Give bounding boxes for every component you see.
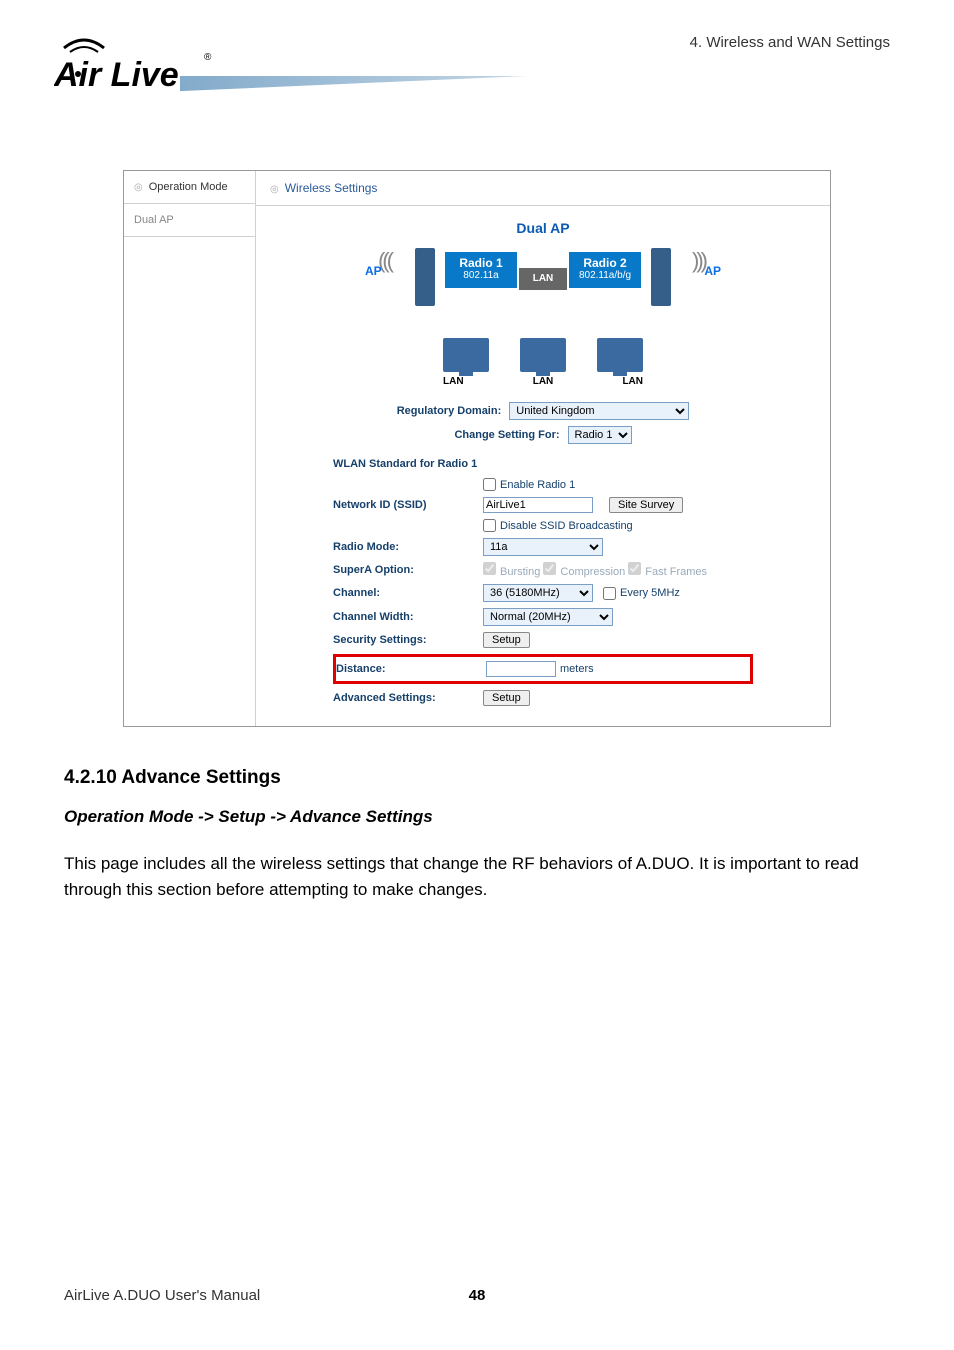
pc-icon xyxy=(520,338,566,372)
lan-box: LAN xyxy=(519,268,567,290)
network-id-label: Network ID (SSID) xyxy=(333,499,483,511)
topology-diagram: ))) ))) AP AP Radio 1802.11a Radio 2802.… xyxy=(363,242,723,392)
radio-mode-select[interactable]: 11a xyxy=(483,538,603,556)
sidebar: Operation Mode Dual AP xyxy=(124,171,256,726)
signal-icon: ))) xyxy=(381,248,394,274)
disable-ssid-checkbox[interactable] xyxy=(483,519,496,532)
operation-mode-path: Operation Mode -> Setup -> Advance Setti… xyxy=(64,807,890,827)
reg-domain-label: Regulatory Domain: xyxy=(397,405,502,417)
section-body: This page includes all the wireless sett… xyxy=(64,851,890,904)
reg-domain-select[interactable]: United Kingdom xyxy=(509,402,689,420)
tower-icon xyxy=(415,248,435,306)
svg-text:®: ® xyxy=(204,52,212,63)
disable-ssid-label: Disable SSID Broadcasting xyxy=(500,520,633,532)
supera-options: Bursting Compression Fast Frames xyxy=(483,562,707,578)
enable-radio-label: Enable Radio 1 xyxy=(500,479,575,491)
ap-left-label: AP xyxy=(365,264,382,278)
radio-mode-label: Radio Mode: xyxy=(333,541,483,553)
ap-right-label: AP xyxy=(704,264,721,278)
channel-width-select[interactable]: Normal (20MHz) xyxy=(483,608,613,626)
signal-icon: ))) xyxy=(692,248,705,274)
wireless-settings-screenshot: Operation Mode Dual AP Wireless Settings… xyxy=(123,170,831,727)
breadcrumb: 4. Wireless and WAN Settings xyxy=(690,34,890,51)
change-setting-label: Change Setting For: xyxy=(454,429,559,441)
lan-label: LAN xyxy=(533,376,554,387)
security-settings-label: Security Settings: xyxy=(333,634,483,646)
network-id-input[interactable] xyxy=(483,497,593,513)
advanced-settings-label: Advanced Settings: xyxy=(333,692,483,704)
change-setting-select[interactable]: Radio 1 xyxy=(568,426,632,444)
radio2-box: Radio 2802.11a/b/g xyxy=(569,252,641,288)
dual-ap-heading: Dual AP xyxy=(256,220,830,236)
enable-radio-checkbox[interactable] xyxy=(483,478,496,491)
compression-checkbox xyxy=(543,562,556,575)
lan-label: LAN xyxy=(622,376,643,387)
distance-label: Distance: xyxy=(336,663,486,675)
pc-icon xyxy=(443,338,489,372)
wlan-standard-header: WLAN Standard for Radio 1 xyxy=(333,458,753,470)
site-survey-button[interactable]: Site Survey xyxy=(609,497,683,513)
channel-label: Channel: xyxy=(333,587,483,599)
bursting-checkbox xyxy=(483,562,496,575)
every5-label: Every 5MHz xyxy=(620,587,680,599)
page-number: 48 xyxy=(0,1287,954,1304)
distance-unit: meters xyxy=(560,663,594,675)
section-heading: 4.2.10 Advance Settings xyxy=(64,767,890,789)
radio1-box: Radio 1802.11a xyxy=(445,252,517,288)
svg-text:Air Live: Air Live xyxy=(54,56,179,94)
security-setup-button[interactable]: Setup xyxy=(483,632,530,648)
sidebar-header: Operation Mode xyxy=(124,171,255,204)
distance-highlight-box: Distance: meters xyxy=(333,654,753,684)
supera-label: SuperA Option: xyxy=(333,564,483,576)
header-swoosh xyxy=(180,76,954,132)
fastframes-checkbox xyxy=(628,562,641,575)
tower-icon xyxy=(651,248,671,306)
channel-width-label: Channel Width: xyxy=(333,611,483,623)
channel-select[interactable]: 36 (5180MHz) xyxy=(483,584,593,602)
every5-checkbox[interactable] xyxy=(603,587,616,600)
sidebar-item-dualap[interactable]: Dual AP xyxy=(124,204,255,237)
lan-label: LAN xyxy=(443,376,464,387)
pc-icon xyxy=(597,338,643,372)
panel-title: Wireless Settings xyxy=(256,171,830,206)
distance-input[interactable] xyxy=(486,661,556,677)
advanced-setup-button[interactable]: Setup xyxy=(483,690,530,706)
